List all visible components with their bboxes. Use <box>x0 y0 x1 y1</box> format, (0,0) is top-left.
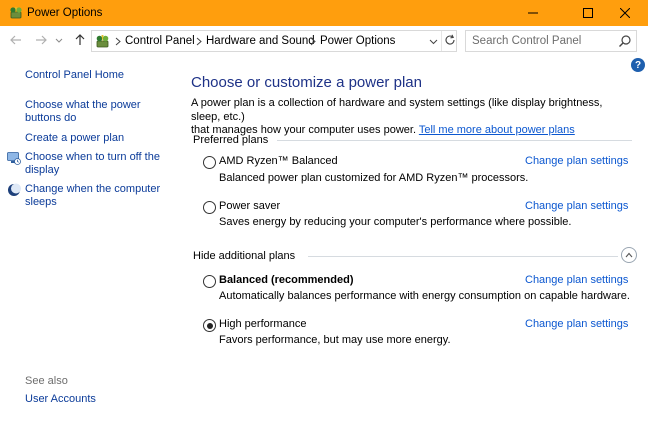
sidebar-item-computer-sleeps[interactable]: Change when the computer sleeps <box>25 183 160 209</box>
page-title: Choose or customize a power plan <box>191 74 422 91</box>
breadcrumb-separator-icon[interactable] <box>309 35 317 47</box>
minimize-button[interactable] <box>510 0 556 26</box>
arrow-up-icon <box>74 33 86 49</box>
sidebar-item-label: Choose what the power <box>25 99 141 111</box>
intro-text: A power plan is a collection of hardware… <box>191 97 631 138</box>
power-options-app-icon <box>8 5 24 21</box>
plan-description: Balanced power plan customized for AMD R… <box>219 172 529 184</box>
close-button[interactable] <box>602 0 648 26</box>
plan-name[interactable]: High performance <box>219 318 306 330</box>
maximize-icon <box>583 8 593 18</box>
close-icon <box>620 8 630 18</box>
sidebar-link-user-accounts[interactable]: User Accounts <box>25 393 96 406</box>
learn-more-link[interactable]: Tell me more about power plans <box>419 124 575 136</box>
sidebar-item-label: Choose when to turn off the <box>25 151 160 163</box>
plan-name[interactable]: Power saver <box>219 200 280 212</box>
see-also-heading: See also <box>25 375 68 387</box>
up-button[interactable] <box>72 33 88 49</box>
control-panel-icon <box>94 33 111 50</box>
search-input[interactable] <box>472 34 612 48</box>
breadcrumb-hardware-and-sound[interactable]: Hardware and Sound <box>206 35 315 47</box>
help-button[interactable]: ? <box>631 58 645 72</box>
moon-sleep-icon <box>7 183 21 197</box>
recent-locations-button[interactable] <box>54 33 64 49</box>
sidebar-item-label: sleeps <box>25 196 57 208</box>
back-button[interactable] <box>8 33 24 49</box>
monitor-icon <box>7 151 21 165</box>
sidebar-item-create-power-plan[interactable]: Create a power plan <box>25 132 124 145</box>
section-divider <box>308 256 618 257</box>
refresh-button[interactable] <box>441 31 457 51</box>
plan-name[interactable]: AMD Ryzen™ Balanced <box>219 155 338 167</box>
sidebar-item-power-buttons[interactable]: Choose what the power buttons do <box>25 99 141 125</box>
plan-name[interactable]: Balanced (recommended) <box>219 274 353 286</box>
plan-radio-power-saver[interactable] <box>203 201 216 214</box>
breadcrumb-separator-icon[interactable] <box>114 35 122 47</box>
address-dropdown-button[interactable] <box>427 36 439 47</box>
sidebar-item-display-off[interactable]: Choose when to turn off the display <box>25 151 160 177</box>
change-plan-settings-link[interactable]: Change plan settings <box>525 200 628 212</box>
plan-description: Favors performance, but may use more ene… <box>219 334 451 346</box>
sidebar-item-label: Change when the computer <box>25 183 161 195</box>
plan-radio-high-performance[interactable] <box>203 319 216 332</box>
plan-description: Automatically balances performance with … <box>219 290 630 302</box>
chevron-down-icon <box>55 35 63 47</box>
sidebar-item-label: buttons do <box>25 112 77 124</box>
breadcrumb-separator-icon[interactable] <box>195 35 203 47</box>
sidebar-item-control-panel-home[interactable]: Control Panel Home <box>25 69 124 82</box>
change-plan-settings-link[interactable]: Change plan settings <box>525 155 628 167</box>
refresh-icon <box>444 34 456 49</box>
plan-radio-amd-ryzen-balanced[interactable] <box>203 156 216 169</box>
collapse-additional-plans-button[interactable] <box>621 247 637 263</box>
address-bar[interactable]: Control Panel Hardware and Sound Power O… <box>91 30 457 52</box>
forward-button[interactable] <box>33 33 49 49</box>
search-box[interactable] <box>465 30 637 52</box>
minimize-icon <box>528 8 538 18</box>
section-divider <box>277 140 632 141</box>
breadcrumb-control-panel[interactable]: Control Panel <box>125 35 195 47</box>
intro-line: A power plan is a collection of hardware… <box>191 97 603 123</box>
plan-radio-balanced[interactable] <box>203 275 216 288</box>
chevron-up-icon <box>625 249 633 261</box>
title-bar: Power Options <box>0 0 648 26</box>
sidebar-item-label: Create a power plan <box>25 132 125 144</box>
change-plan-settings-link[interactable]: Change plan settings <box>525 274 628 286</box>
plan-description: Saves energy by reducing your computer's… <box>219 216 572 228</box>
breadcrumb-power-options[interactable]: Power Options <box>320 35 395 47</box>
hide-additional-plans-heading[interactable]: Hide additional plans <box>193 250 295 262</box>
sidebar-item-label: display <box>25 164 60 176</box>
arrow-left-icon <box>10 34 22 49</box>
window-title: Power Options <box>27 7 103 19</box>
preferred-plans-heading: Preferred plans <box>193 134 269 146</box>
navigation-bar: Control Panel Hardware and Sound Power O… <box>0 26 648 56</box>
change-plan-settings-link[interactable]: Change plan settings <box>525 318 628 330</box>
arrow-right-icon <box>35 34 47 49</box>
search-icon[interactable] <box>618 34 632 48</box>
